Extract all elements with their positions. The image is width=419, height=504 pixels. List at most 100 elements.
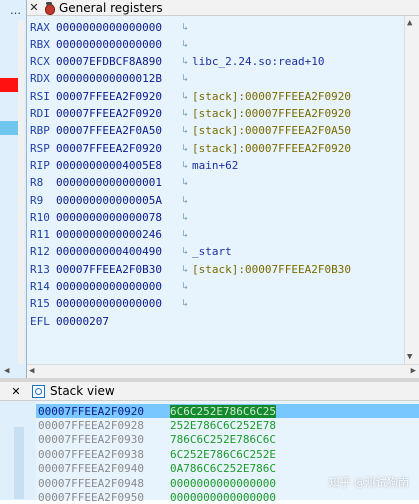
- register-value[interactable]: 00007FFEEA2F0920: [56, 107, 178, 120]
- register-value[interactable]: 0000000000000000: [56, 280, 178, 293]
- stack-address: 00007FFEEA2F0950: [38, 490, 144, 504]
- stack-value[interactable]: 252E786C6C252E78: [170, 419, 276, 432]
- jump-arrow-icon[interactable]: ↳: [178, 177, 192, 188]
- register-annotation[interactable]: _start: [192, 245, 232, 258]
- jump-arrow-icon[interactable]: ↳: [178, 143, 192, 154]
- jump-arrow-icon[interactable]: ↳: [178, 298, 192, 309]
- jump-arrow-icon[interactable]: ↳: [178, 281, 192, 292]
- stack-address: 00007FFEEA2F0938: [38, 447, 144, 461]
- register-value[interactable]: 0000000000000000: [56, 21, 178, 34]
- jump-arrow-icon[interactable]: ↳: [178, 108, 192, 119]
- register-value[interactable]: 000000000000005A: [56, 194, 178, 207]
- register-annotation[interactable]: [stack]:00007FFEEA2F0920: [192, 107, 351, 120]
- register-row[interactable]: RSP 00007FFEEA2F0920 ↳ [stack]:00007FFEEA2F…: [30, 140, 351, 156]
- register-value[interactable]: 0000000000000000: [56, 297, 178, 310]
- register-row[interactable]: RDX 000000000000012B ↳: [30, 71, 192, 87]
- register-name: RDI: [30, 107, 50, 120]
- stack-row[interactable]: 00007FFEEA2F0920 6C6C252E786C6C25: [36, 404, 419, 418]
- register-row[interactable]: RBP 00007FFEEA2F0A50 ↳ [stack]:00007FFEEA2F…: [30, 123, 351, 139]
- register-row[interactable]: EFL 00000207: [30, 313, 178, 329]
- register-annotation[interactable]: [stack]:00007FFEEA2F0920: [192, 90, 351, 103]
- register-row[interactable]: RAX 0000000000000000 ↳: [30, 19, 192, 35]
- scroll-left-icon[interactable]: ◀: [4, 366, 9, 376]
- scroll-left-icon[interactable]: ◀: [29, 366, 34, 376]
- register-name: RAX: [30, 20, 50, 34]
- stack-row[interactable]: 00007FFEEA2F0938 6C252E786C6C252E: [36, 447, 419, 461]
- register-annotation[interactable]: libc_2.24.so:read+10: [192, 55, 324, 68]
- ellipsis-icon: …: [10, 4, 21, 17]
- jump-arrow-icon[interactable]: ↳: [178, 39, 192, 50]
- stack-panel-title: Stack view: [50, 384, 115, 398]
- scroll-right-icon[interactable]: ▶: [411, 366, 416, 376]
- register-name: RCX: [30, 55, 50, 69]
- stack-left-gutter: [0, 401, 36, 500]
- jump-arrow-icon[interactable]: ↳: [178, 246, 192, 257]
- register-name: RDX: [30, 72, 50, 86]
- close-icon[interactable]: ✕: [0, 385, 32, 398]
- register-value[interactable]: 0000000000000000: [56, 38, 178, 51]
- register-value[interactable]: 00007FFEEA2F0A50: [56, 124, 178, 137]
- register-value[interactable]: 00007FFEEA2F0B30: [56, 263, 178, 276]
- register-row[interactable]: R10 0000000000000078 ↳: [30, 209, 192, 225]
- left-pane-scrollbar[interactable]: [18, 20, 24, 364]
- register-annotation[interactable]: [stack]:00007FFEEA2F0B30: [192, 263, 351, 276]
- register-row[interactable]: R11 0000000000000246 ↳: [30, 227, 192, 243]
- scroll-up-icon[interactable]: ▲: [407, 18, 412, 28]
- jump-arrow-icon[interactable]: ↳: [178, 160, 192, 171]
- registers-vertical-scrollbar[interactable]: ▲ ▼: [404, 16, 419, 364]
- jump-arrow-icon[interactable]: ↳: [178, 91, 192, 102]
- register-value[interactable]: 00000000004005E8: [56, 159, 178, 172]
- jump-arrow-icon[interactable]: ↳: [178, 22, 192, 33]
- jump-arrow-icon[interactable]: ↳: [178, 212, 192, 223]
- scroll-down-icon[interactable]: ▼: [407, 352, 412, 362]
- register-row[interactable]: R15 0000000000000000 ↳: [30, 296, 192, 312]
- register-row[interactable]: RCX 00007EFDBCF8A890 ↳ libc_2.24.so:read+10: [30, 54, 324, 70]
- register-row[interactable]: RBX 0000000000000000 ↳: [30, 36, 192, 52]
- register-value[interactable]: 00007EFDBCF8A890: [56, 55, 178, 68]
- register-row[interactable]: RDI 00007FFEEA2F0920 ↳ [stack]:00007FFEEA2F…: [30, 106, 351, 122]
- jump-arrow-icon[interactable]: ↳: [178, 264, 192, 275]
- stack-address: 00007FFEEA2F0948: [38, 476, 144, 490]
- stack-value[interactable]: 0A786C6C252E786C: [170, 462, 276, 475]
- register-value[interactable]: 00007FFEEA2F0920: [56, 142, 178, 155]
- register-row[interactable]: R14 0000000000000000 ↳: [30, 279, 192, 295]
- stack-row[interactable]: 00007FFEEA2F0930 786C6C252E786C6C: [36, 433, 419, 447]
- jump-arrow-icon[interactable]: ↳: [178, 73, 192, 84]
- stack-address: 00007FFEEA2F0930: [38, 433, 144, 447]
- jump-arrow-icon[interactable]: ↳: [178, 125, 192, 136]
- register-value[interactable]: 0000000000000246: [56, 228, 178, 241]
- register-value[interactable]: 000000000000012B: [56, 72, 178, 85]
- stack-address: 00007FFEEA2F0928: [38, 418, 144, 432]
- jump-arrow-icon[interactable]: ↳: [178, 56, 192, 67]
- register-name: R14: [30, 280, 50, 293]
- register-name: R11: [30, 228, 50, 242]
- stack-value[interactable]: 6C252E786C6C252E: [170, 448, 276, 461]
- register-value[interactable]: 0000000000000001: [56, 176, 178, 189]
- register-annotation[interactable]: [stack]:00007FFEEA2F0A50: [192, 124, 351, 137]
- register-row[interactable]: R13 00007FFEEA2F0B30 ↳ [stack]:00007FFEEA2F…: [30, 261, 351, 277]
- register-row[interactable]: R8 0000000000000001 ↳: [30, 175, 192, 191]
- register-row[interactable]: RSI 00007FFEEA2F0920 ↳ [stack]:00007FFEEA2F…: [30, 88, 351, 104]
- close-icon[interactable]: ✕: [27, 1, 41, 14]
- stack-value[interactable]: 0000000000000000: [170, 477, 276, 490]
- register-value[interactable]: 00000207: [56, 315, 178, 328]
- stack-value[interactable]: 0000000000000000: [170, 491, 276, 504]
- register-row[interactable]: R12 0000000000400490 ↳ _start: [30, 244, 232, 260]
- register-row[interactable]: R9 000000000000005A ↳: [30, 192, 192, 208]
- register-value[interactable]: 0000000000400490: [56, 245, 178, 258]
- register-value[interactable]: 0000000000000078: [56, 211, 178, 224]
- register-row[interactable]: RIP 00000000004005E8 ↳ main+62: [30, 157, 238, 173]
- jump-arrow-icon[interactable]: ↳: [178, 229, 192, 240]
- stack-row[interactable]: 00007FFEEA2F0950 0000000000000000: [36, 490, 419, 504]
- register-name: RSP: [30, 141, 50, 155]
- stack-row[interactable]: 00007FFEEA2F0928 252E786C6C252E78: [36, 418, 419, 432]
- stack-address: 00007FFEEA2F0920: [38, 404, 144, 418]
- register-value[interactable]: 00007FFEEA2F0920: [56, 90, 178, 103]
- registers-horizontal-scrollbar[interactable]: ◀ ▶: [27, 364, 419, 378]
- stack-value[interactable]: 6C6C252E786C6C25: [170, 404, 276, 418]
- register-annotation[interactable]: main+62: [192, 159, 238, 172]
- general-registers-panel: ✕ General registers RAX 0000000000000000 ↳…: [27, 0, 419, 378]
- stack-value[interactable]: 786C6C252E786C6C: [170, 433, 276, 446]
- jump-arrow-icon[interactable]: ↳: [178, 195, 192, 206]
- register-annotation[interactable]: [stack]:00007FFEEA2F0920: [192, 142, 351, 155]
